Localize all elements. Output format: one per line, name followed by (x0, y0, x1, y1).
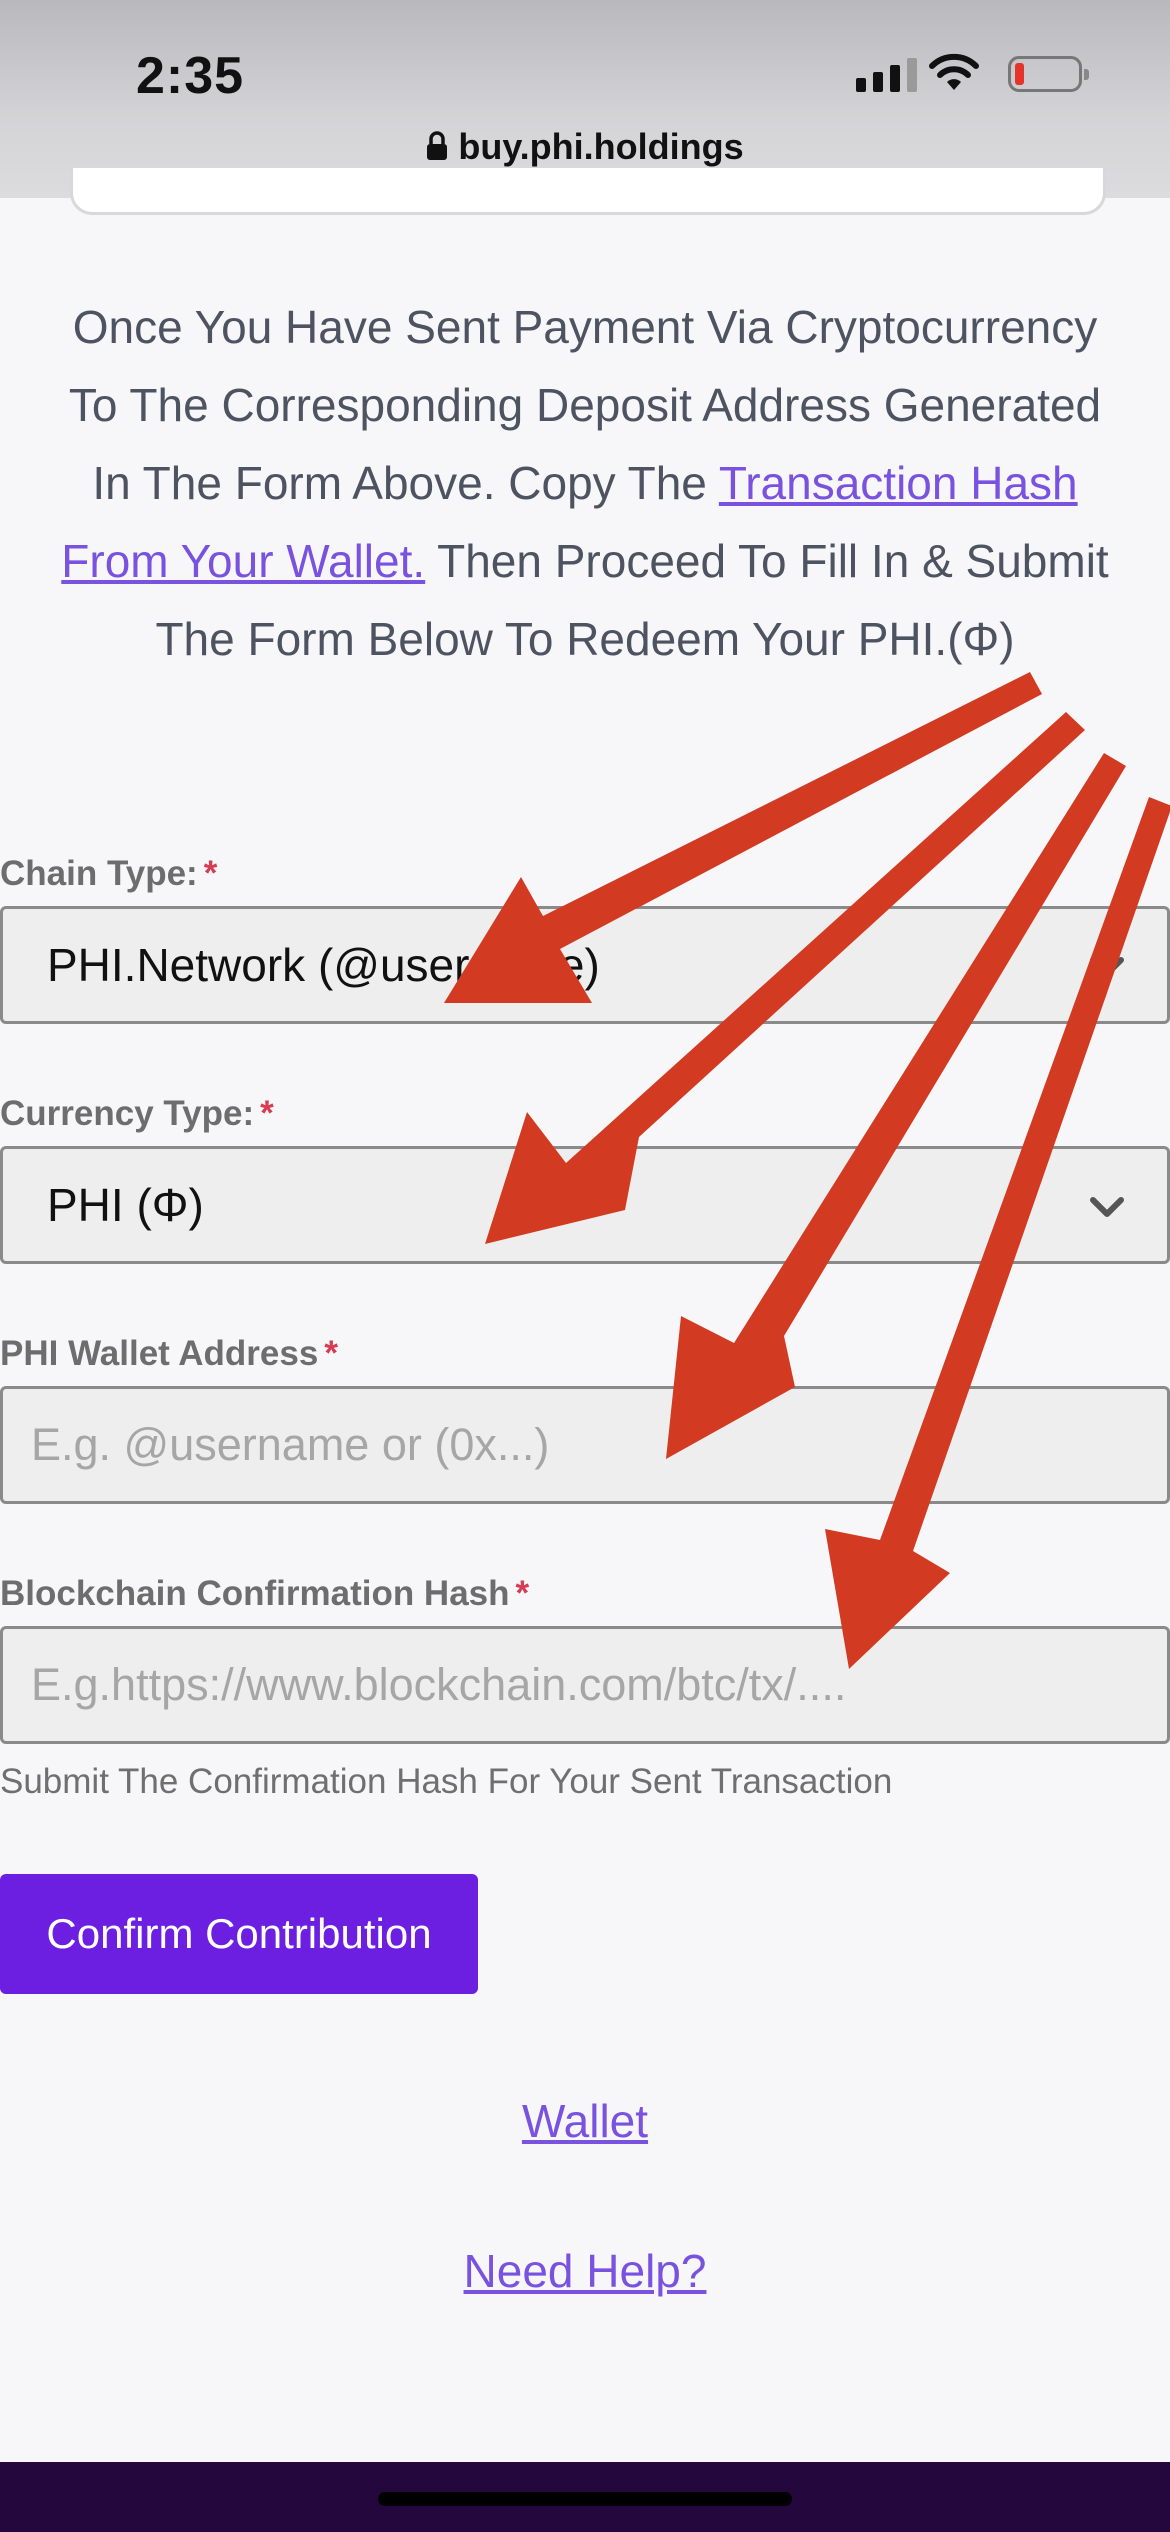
annotation-arrows (444, 672, 1170, 1669)
